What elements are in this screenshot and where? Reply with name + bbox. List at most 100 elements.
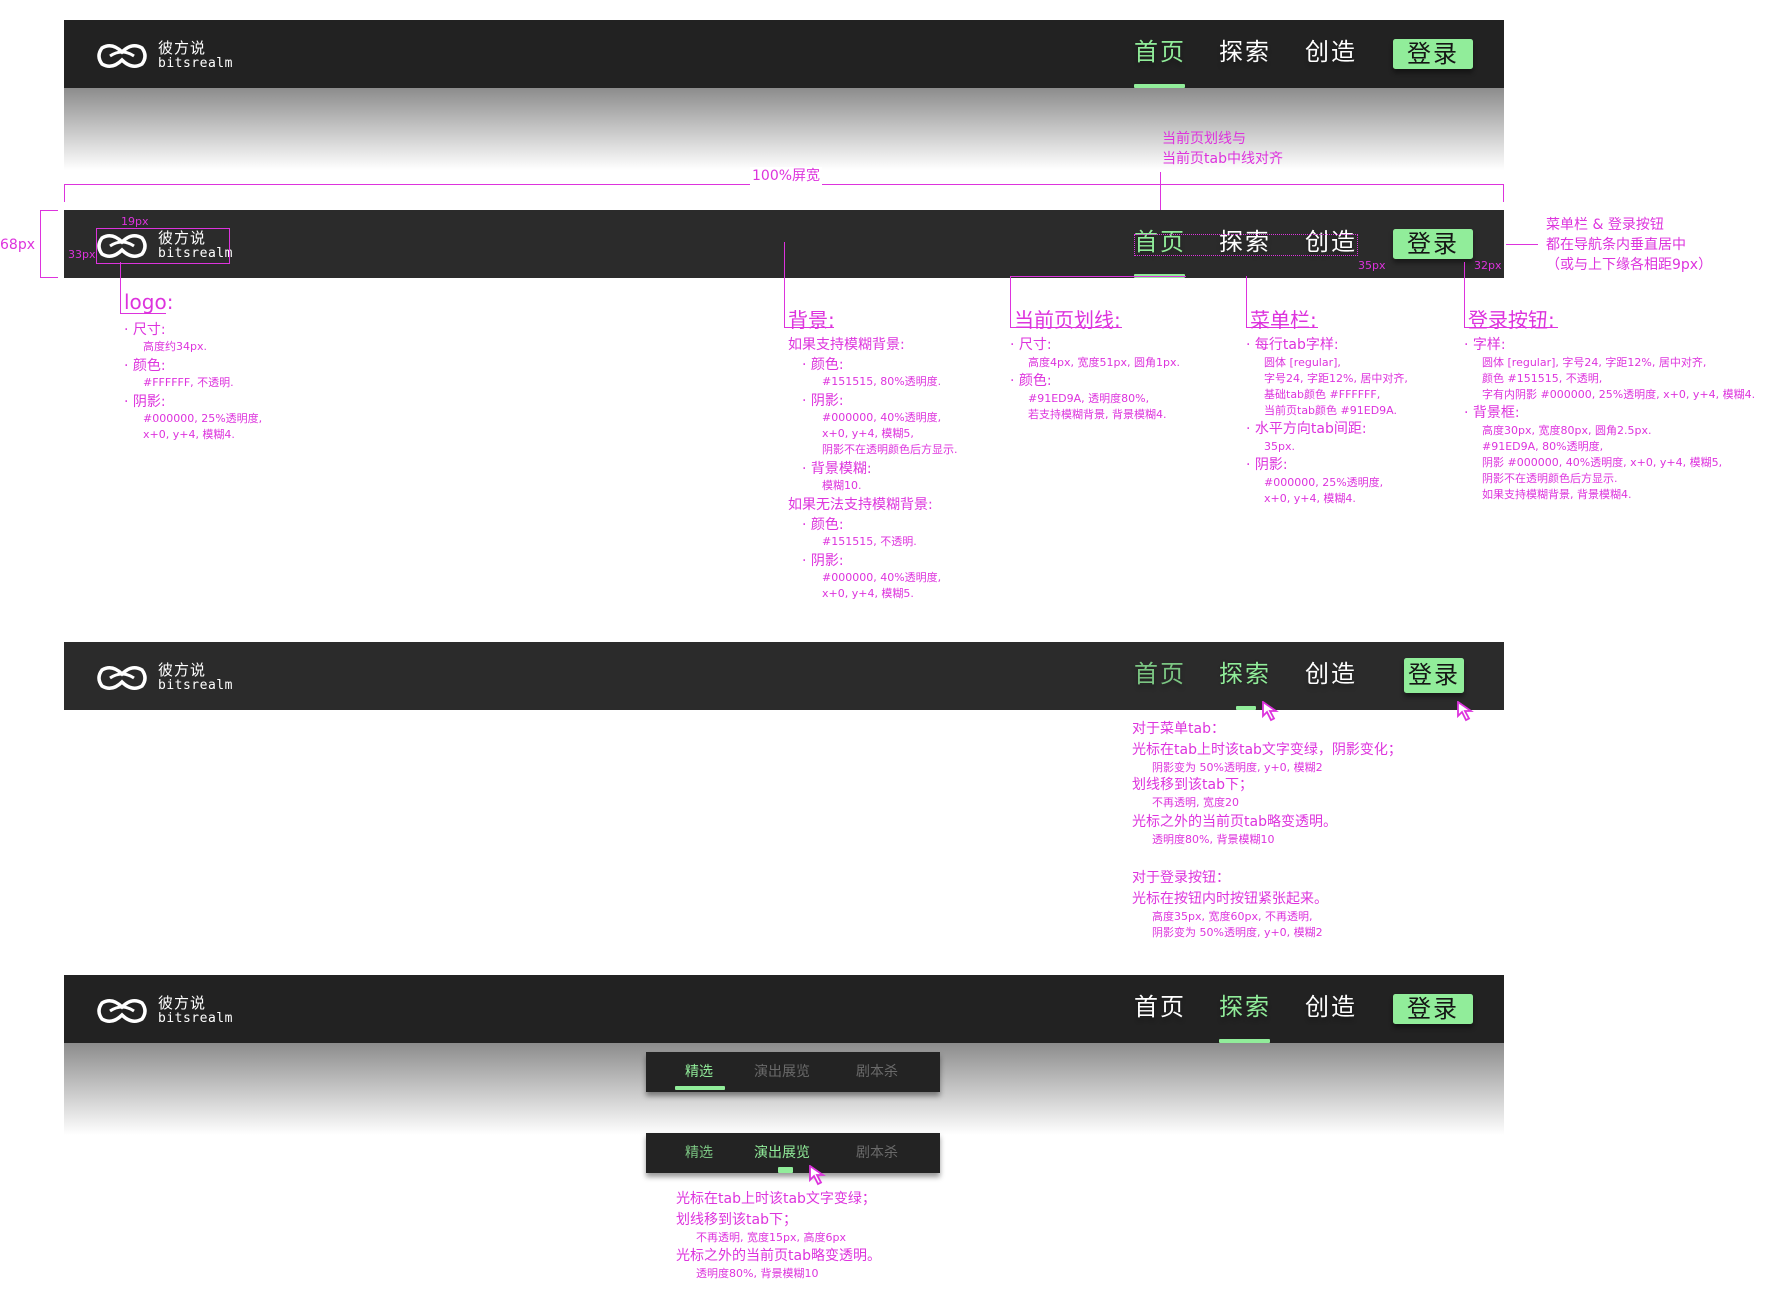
sub-hover-note: 透明度80%, 背景模糊10 (696, 1267, 819, 1280)
tab-create[interactable]: 创造 (1305, 36, 1357, 68)
tab-explore[interactable]: 探索 (1219, 991, 1271, 1023)
leader (1010, 276, 1186, 277)
login-label: 登录 (1408, 661, 1460, 689)
height-tick (40, 277, 58, 278)
spec-value: #151515, 不透明. (822, 535, 917, 548)
note-vcenter-3: （或与上下缘各相距9px） (1546, 257, 1713, 273)
height-tick (40, 210, 58, 211)
login-button[interactable]: 登录 (1393, 229, 1473, 259)
spec-label: · 阴影: (1246, 457, 1288, 473)
subtab-shows[interactable]: 演出展览 (754, 1144, 810, 1162)
leader (1010, 276, 1011, 328)
width-label: 100%屏宽 (750, 167, 823, 185)
left-label: 33px (68, 248, 96, 261)
logo-cn: 彼方说 (158, 661, 207, 679)
height-line (40, 210, 41, 278)
hover-note: 光标之外的当前页tab略变透明。 (1132, 814, 1337, 830)
spec-label: · 尺寸: (124, 322, 166, 338)
spec-label: · 阴影: (802, 393, 844, 409)
tab-create[interactable]: 创造 (1305, 658, 1357, 690)
note-vcenter-2: 都在导航条内垂直居中 (1546, 237, 1686, 253)
logo-mask-icon (97, 999, 147, 1023)
spec-value: #000000, 40%透明度, (822, 571, 942, 584)
spec-value: #FFFFFF, 不透明. (143, 376, 234, 389)
measure-tick (1503, 184, 1504, 202)
spec-value: #91ED9A, 透明度80%, (1028, 392, 1150, 405)
logo-en: bitsrealm (158, 678, 233, 693)
navbar-default: 彼方说 bitsrealm 首页 探索 创造 登录 (64, 20, 1504, 88)
spec-value: 字有内阴影 #000000, 25%透明度, x+0, y+4, 模糊4. (1482, 388, 1756, 401)
spec-value: 圆体 [regular], 字号24, 字距12%, 居中对齐, (1482, 356, 1707, 369)
hover-note: 不再透明, 宽度20 (1152, 796, 1239, 809)
spec-value: #000000, 25%透明度, (143, 412, 263, 425)
tab-home[interactable]: 首页 (1134, 658, 1186, 690)
spec-value: x+0, y+4, 模糊4. (1264, 492, 1356, 505)
sub-hover-note: 不再透明, 宽度15px, 高度6px (696, 1231, 846, 1244)
tab-create[interactable]: 创造 (1305, 991, 1357, 1023)
hover-note: 对于菜单tab： (1132, 721, 1225, 737)
subtab-mystery[interactable]: 剧本杀 (856, 1063, 898, 1081)
note-leader (1506, 244, 1538, 245)
subnav-default: 精选 演出展览 剧本杀 (646, 1052, 940, 1092)
spec-value: 阴影不在透明颜色后方显示. (1482, 472, 1618, 485)
spec-value: 阴影不在透明颜色后方显示. (822, 443, 958, 456)
blur-fade (64, 88, 1504, 170)
spec-value: x+0, y+4, 模糊5. (822, 587, 914, 600)
spec-value: #000000, 40%透明度, (822, 411, 942, 424)
spec-value: 颜色 #151515, 不透明, (1482, 372, 1603, 385)
logo-mask-icon (97, 44, 147, 68)
tab-home[interactable]: 首页 (1134, 991, 1186, 1023)
hover-note: 对于登录按钮： (1132, 870, 1230, 886)
login-button[interactable]: 登录 (1393, 994, 1473, 1024)
spec-value: #000000, 25%透明度, (1264, 476, 1384, 489)
subtab-shows[interactable]: 演出展览 (754, 1063, 810, 1081)
spec-value: 圆体 [regular], (1264, 356, 1341, 369)
bg-spec-title: 背景: (788, 308, 835, 332)
spec-value: 模糊10. (822, 479, 862, 492)
subtab-featured[interactable]: 精选 (685, 1063, 713, 1081)
subtab-underline (778, 1167, 793, 1173)
navbar-hover: 彼方说 bitsrealm 首页 探索 创造 登录 (64, 642, 1504, 710)
login-button[interactable]: 登录 (1404, 658, 1464, 693)
logo[interactable]: 彼方说 bitsrealm (96, 662, 246, 694)
menu-spec-title: 菜单栏: (1250, 308, 1317, 332)
leader (1464, 262, 1465, 328)
spec-value: 阴影 #000000, 40%透明度, x+0, y+4, 模糊5, (1482, 456, 1723, 469)
leader (784, 242, 785, 328)
note-underline-align-2: 当前页tab中线对齐 (1162, 151, 1283, 167)
spec-value: 当前页tab颜色 #91ED9A. (1264, 404, 1397, 417)
cursor-icon (1457, 701, 1474, 722)
hover-note: 高度35px, 宽度60px, 不再透明, (1152, 910, 1313, 923)
login-label: 登录 (1407, 40, 1459, 68)
top-label: 19px (121, 215, 149, 228)
subnav-hover: 精选 演出展览 剧本杀 (646, 1133, 940, 1173)
spec-value: 高度4px, 宽度51px, 圆角1px. (1028, 356, 1180, 369)
hover-note: 划线移到该tab下； (1132, 777, 1253, 793)
leader (120, 262, 121, 314)
right-label: 32px (1474, 259, 1502, 272)
logo[interactable]: 彼方说 bitsrealm (96, 40, 246, 72)
logo[interactable]: 彼方说 bitsrealm (96, 995, 246, 1027)
spec-value: 高度30px, 宽度80px, 圆角2.5px. (1482, 424, 1652, 437)
subtab-featured[interactable]: 精选 (685, 1144, 713, 1162)
tab-explore[interactable]: 探索 (1219, 658, 1271, 690)
hover-note: 光标在tab上时该tab文字变绿，阴影变化； (1132, 742, 1402, 758)
tab-explore[interactable]: 探索 (1219, 36, 1271, 68)
subtab-mystery[interactable]: 剧本杀 (856, 1144, 898, 1162)
height-label: 68px (0, 237, 35, 253)
sub-hover-note: 光标之外的当前页tab略变透明。 (676, 1248, 881, 1264)
note-underline-align-1: 当前页划线与 (1162, 131, 1246, 147)
tab-home[interactable]: 首页 (1134, 36, 1186, 68)
spec-label: · 阴影: (802, 553, 844, 569)
subtab-underline (675, 1086, 725, 1090)
spec-value: 高度约34px. (143, 340, 207, 353)
logo-mask-icon (97, 666, 147, 690)
spec-label: · 颜色: (802, 517, 844, 533)
login-button[interactable]: 登录 (1393, 39, 1473, 69)
spec-value: x+0, y+4, 模糊5, (822, 427, 914, 440)
spec-value: x+0, y+4, 模糊4. (143, 428, 235, 441)
spec-label: · 水平方向tab间距: (1246, 421, 1367, 437)
spec-value: #151515, 80%透明度. (822, 375, 942, 388)
spec-label: · 阴影: (124, 394, 166, 410)
spec-label: 如果支持模糊背景: (788, 337, 905, 353)
